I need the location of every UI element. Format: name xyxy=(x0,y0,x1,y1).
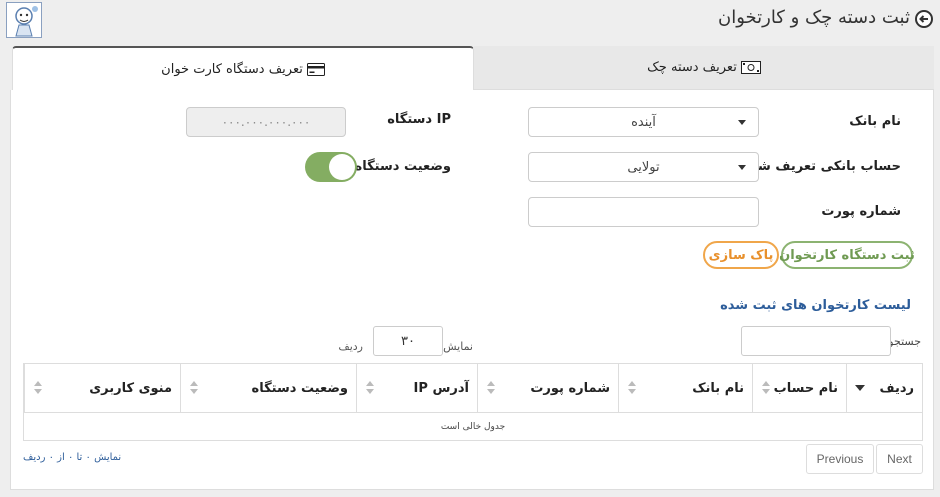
chevron-down-icon xyxy=(738,165,746,170)
account-label: حساب بانکی تعریف شده xyxy=(742,159,901,174)
tab-checkbook-label: تعریف دسته چک xyxy=(647,60,737,75)
next-page-button[interactable]: Next xyxy=(876,444,923,474)
empty-table-row: جدول خالی است xyxy=(24,412,922,440)
card-reader-panel: نام بانک آینده حساب بانکی تعریف شده تولا… xyxy=(10,90,934,490)
column-header-menu[interactable]: منوی کاربری xyxy=(24,364,180,412)
tab-checkbook[interactable]: تعریف دسته چک xyxy=(474,46,934,90)
back-arrow-icon[interactable] xyxy=(915,10,933,28)
page-title: ثبت دسته چک و کارتخوان xyxy=(717,7,910,28)
sort-icon xyxy=(627,381,637,395)
sort-desc-icon xyxy=(855,385,865,391)
column-header-row[interactable]: ردیف xyxy=(846,364,922,412)
port-input[interactable] xyxy=(528,197,759,227)
sort-icon xyxy=(365,381,375,395)
port-label: شماره پورت xyxy=(821,204,901,219)
sort-icon xyxy=(189,381,199,395)
sort-icon xyxy=(33,381,43,395)
account-value: تولایی xyxy=(627,159,660,175)
table-info: نمایش ۰ تا ۰ از ۰ ردیف xyxy=(23,452,122,463)
user-avatar-logo[interactable] xyxy=(6,2,42,38)
previous-page-button[interactable]: Previous xyxy=(806,444,874,474)
tab-card-reader-label: تعریف دستگاه کارت خوان xyxy=(161,61,303,77)
account-select[interactable]: تولایی xyxy=(528,152,759,182)
toggle-knob xyxy=(329,154,355,180)
chevron-down-icon xyxy=(738,120,746,125)
save-card-reader-button[interactable]: ثبت دستگاه کارتخوان xyxy=(779,241,915,269)
credit-card-icon xyxy=(306,62,325,76)
bank-name-value: آینده xyxy=(631,114,656,130)
column-header-account[interactable]: نام حساب xyxy=(752,364,846,412)
list-title: لیست کارتخوان های ثبت شده xyxy=(720,298,911,313)
clear-button[interactable]: پاک سازی xyxy=(703,241,779,269)
column-header-ip[interactable]: آدرس IP xyxy=(356,364,477,412)
ip-input[interactable]: ۰۰۰.۰۰۰.۰۰۰.۰۰۰ xyxy=(186,107,346,137)
search-input[interactable] xyxy=(741,326,891,356)
bank-name-label: نام بانک xyxy=(849,114,901,129)
ip-label: IP دستگاه xyxy=(387,112,451,127)
column-header-status[interactable]: وضعیت دستگاه xyxy=(180,364,356,412)
sort-icon xyxy=(486,381,496,395)
card-reader-table: ردیف نام حساب نام بانک شماره پورت آدرس I… xyxy=(23,363,923,441)
bank-name-select[interactable]: آینده xyxy=(528,107,759,137)
column-header-port[interactable]: شماره پورت xyxy=(477,364,618,412)
device-status-toggle[interactable] xyxy=(305,152,357,182)
tab-card-reader[interactable]: تعریف دستگاه کارت خوان xyxy=(12,46,474,90)
rows-label: ردیف xyxy=(338,340,363,353)
money-icon xyxy=(740,61,761,74)
header: ثبت دسته چک و کارتخوان xyxy=(0,0,940,40)
column-header-bank[interactable]: نام بانک xyxy=(618,364,752,412)
sort-icon xyxy=(761,381,771,395)
tab-bar: تعریف دستگاه کارت خوان تعریف دسته چک xyxy=(10,46,934,90)
show-label: نمایش xyxy=(443,340,473,353)
page-length-select[interactable]: ۳۰ xyxy=(373,326,443,356)
device-status-label: وضعیت دستگاه xyxy=(354,159,451,174)
